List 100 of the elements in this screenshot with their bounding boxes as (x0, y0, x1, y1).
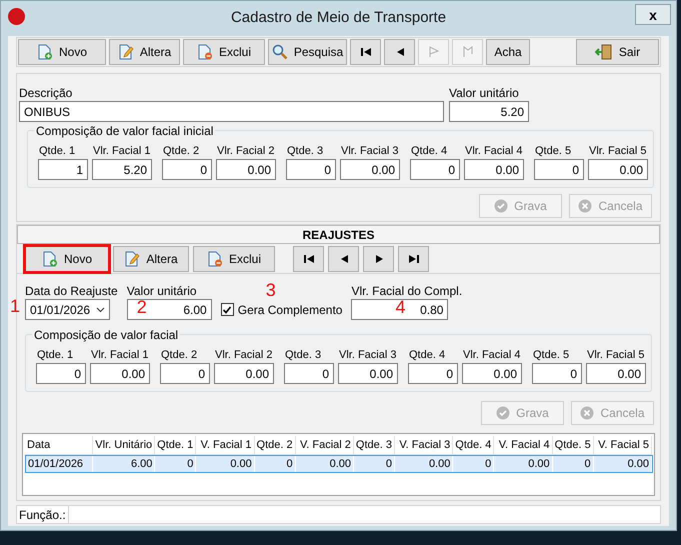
text-field[interactable]: 0.00 (462, 363, 522, 384)
text-field[interactable]: 0 (532, 363, 582, 384)
text-field[interactable]: 0 (286, 159, 336, 180)
delete-document-icon (206, 250, 223, 266)
text-field[interactable]: 1 (38, 159, 88, 180)
field-label: Vlr. Facial 1 (90, 348, 150, 363)
field-label: Qtde. 2 (160, 348, 198, 363)
text-field[interactable]: 0 (160, 363, 210, 384)
flag-icon (428, 46, 440, 58)
cancel-circle-icon (580, 406, 594, 420)
table-cell: 0.00 (394, 456, 454, 472)
field-label: Qtde. 1 (36, 348, 74, 363)
text-field[interactable]: 0 (534, 159, 584, 180)
text-field[interactable]: 0 (408, 363, 458, 384)
toolbar-button[interactable]: Novo (25, 246, 109, 272)
checkbox[interactable]: Gera Complemento (220, 299, 342, 320)
text-field[interactable]: 0 (284, 363, 334, 384)
exit-door-icon (594, 44, 613, 60)
section-header: REAJUSTES (17, 225, 660, 244)
chevron-down-icon (96, 306, 105, 312)
nav-button[interactable] (363, 246, 394, 272)
edit-document-icon (124, 250, 140, 266)
nav-button[interactable] (384, 39, 415, 65)
field-label: Vlr. Facial 2 (216, 144, 276, 159)
table-cell: 01/01/2026 (26, 456, 94, 472)
annotation-number: 2 (136, 298, 147, 316)
checkbox-box[interactable] (220, 303, 234, 316)
text-field[interactable]: 0.00 (214, 363, 274, 384)
annotation-number: 4 (395, 298, 406, 316)
text-field[interactable]: 0.00 (90, 363, 150, 384)
table-row[interactable]: 01/01/2026 6.00 0 0.00 0 0.00 0 0.00 0 0.00 0 0.00 (25, 455, 653, 473)
exit-button[interactable]: Sair (576, 39, 659, 65)
toolbar-button[interactable]: Novo (18, 39, 106, 65)
field-label: Vlr. Facial 1 (92, 144, 152, 159)
status-label: Função.: (17, 506, 69, 523)
flag-icon (462, 46, 474, 58)
cancel-circle-icon (578, 199, 592, 213)
delete-document-icon (196, 44, 213, 60)
app-logo-icon (8, 8, 25, 25)
text-field[interactable]: 0.00 (588, 159, 648, 180)
field-label: Valor unitário (126, 284, 198, 299)
first-record-icon (302, 252, 314, 264)
nav-button[interactable] (350, 39, 381, 65)
toolbar-button[interactable]: Pesquisa (268, 39, 347, 65)
field-label: Data do Reajuste (25, 284, 118, 299)
close-button[interactable]: x (635, 4, 671, 25)
toolbar-button[interactable]: Exclui (183, 39, 265, 65)
field-label: Qtde. 4 (408, 348, 446, 363)
nav-button[interactable] (293, 246, 324, 272)
table-cell: 0.00 (494, 456, 553, 472)
text-field[interactable]: ONIBUS (19, 101, 444, 122)
toolbar-button[interactable]: Acha (486, 39, 530, 65)
text-field[interactable]: 5.20 (449, 101, 529, 122)
field-label: Descrição (19, 86, 74, 101)
check-circle-icon (496, 406, 510, 420)
text-field[interactable]: 0.00 (338, 363, 398, 384)
toolbar-button[interactable]: Altera (113, 246, 189, 272)
text-field[interactable]: 0 (410, 159, 460, 180)
text-field[interactable]: 0 (36, 363, 86, 384)
field-label: Qtde. 5 (532, 348, 570, 363)
field-label: Qtde. 1 (38, 144, 76, 159)
field-label: Qtde. 3 (286, 144, 324, 159)
toolbar-button[interactable]: Altera (109, 39, 180, 65)
window-title: Cadastro de Meio de Transporte (230, 8, 446, 28)
nav-button[interactable] (398, 246, 429, 272)
field-label: Vlr. Facial 4 (464, 144, 524, 159)
field-label: Qtde. 3 (284, 348, 322, 363)
checkmark-icon (222, 304, 232, 314)
nav-button[interactable] (328, 246, 359, 272)
field-label: Vlr. Facial 3 (340, 144, 400, 159)
field-label: Qtde. 5 (534, 144, 572, 159)
edit-document-icon (118, 44, 134, 60)
table-cell: 0 (453, 456, 494, 472)
text-field[interactable]: 5.20 (92, 159, 152, 180)
text-field[interactable]: 0.00 (216, 159, 276, 180)
new-document-icon (42, 250, 58, 266)
table-cell: 0 (155, 456, 196, 472)
toolbar-button[interactable]: Exclui (193, 246, 275, 272)
field-label: Vlr. Facial 3 (338, 348, 398, 363)
field-label: Vlr. Facial 4 (462, 348, 522, 363)
new-document-icon (36, 44, 53, 60)
table-cell: 0.00 (296, 456, 354, 472)
field-label: Vlr. Facial 2 (214, 348, 274, 363)
check-circle-icon (494, 199, 508, 213)
date-dropdown[interactable]: 01/01/2026 (25, 299, 110, 320)
last-record-icon (408, 252, 420, 264)
text-field[interactable]: 0.00 (464, 159, 524, 180)
text-field[interactable]: 0.00 (586, 363, 646, 384)
table-cell: 0.00 (594, 456, 652, 472)
field-label: Vlr. Facial 5 (586, 348, 646, 363)
annotation-number: 3 (266, 281, 276, 299)
search-icon (272, 44, 288, 60)
field-label: Vlr. Facial do Compl. (351, 284, 462, 299)
table-cell: 6.00 (93, 456, 156, 472)
table-cell: 0.00 (196, 456, 255, 472)
text-field[interactable]: 0.00 (340, 159, 400, 180)
field-label: Valor unitário (449, 86, 520, 101)
table-cell: 0 (354, 456, 395, 472)
text-field[interactable]: 0 (162, 159, 212, 180)
first-record-icon (360, 46, 372, 58)
